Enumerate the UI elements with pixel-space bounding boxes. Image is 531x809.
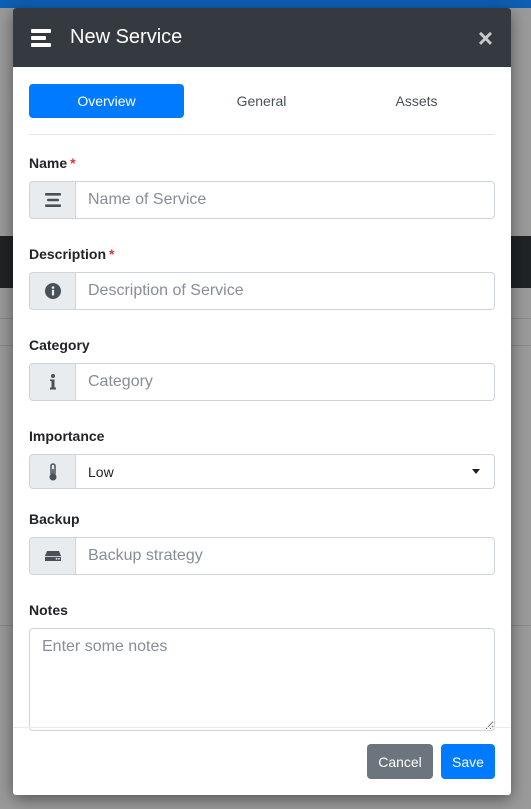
importance-select[interactable]: Low bbox=[75, 454, 495, 489]
close-icon[interactable]: × bbox=[478, 25, 493, 51]
description-input[interactable] bbox=[75, 272, 495, 310]
importance-value: Low bbox=[88, 463, 114, 480]
name-input-group bbox=[29, 181, 495, 219]
backup-input-group bbox=[29, 537, 495, 575]
notes-textarea[interactable] bbox=[29, 628, 495, 731]
caret-down-icon bbox=[472, 469, 480, 474]
tab-bar: Overview General Assets bbox=[29, 84, 495, 118]
name-input[interactable] bbox=[75, 181, 495, 219]
modal-title: New Service bbox=[70, 26, 183, 48]
tab-general[interactable]: General bbox=[184, 84, 339, 118]
category-input[interactable] bbox=[75, 363, 495, 401]
background-topbar bbox=[0, 0, 531, 8]
tab-assets[interactable]: Assets bbox=[339, 84, 494, 118]
backup-label: Backup bbox=[29, 511, 80, 527]
notes-label: Notes bbox=[29, 602, 68, 618]
required-marker: * bbox=[109, 246, 115, 262]
align-left-icon bbox=[31, 28, 53, 47]
required-marker: * bbox=[70, 155, 76, 171]
tabs-divider bbox=[29, 134, 495, 135]
footer-divider bbox=[13, 727, 511, 728]
category-label: Category bbox=[29, 337, 90, 353]
modal-header: New Service × bbox=[13, 8, 511, 67]
tab-overview[interactable]: Overview bbox=[29, 84, 184, 118]
hdd-icon bbox=[29, 537, 75, 575]
category-input-group bbox=[29, 363, 495, 401]
importance-input-group: Low bbox=[29, 454, 495, 489]
info-icon bbox=[29, 363, 75, 401]
name-label: Name * bbox=[29, 155, 76, 171]
cancel-button[interactable]: Cancel bbox=[367, 744, 433, 779]
description-input-group bbox=[29, 272, 495, 310]
info-circle-icon bbox=[29, 272, 75, 310]
importance-label: Importance bbox=[29, 428, 105, 444]
service-form: Name* Description* Category Importance bbox=[13, 154, 511, 731]
new-service-modal: New Service × Overview General Assets Na… bbox=[13, 8, 511, 795]
save-button[interactable]: Save bbox=[441, 744, 495, 779]
backup-input[interactable] bbox=[75, 537, 495, 575]
description-label: Description * bbox=[29, 246, 115, 262]
align-left-icon bbox=[29, 181, 75, 219]
thermometer-icon bbox=[29, 454, 75, 489]
